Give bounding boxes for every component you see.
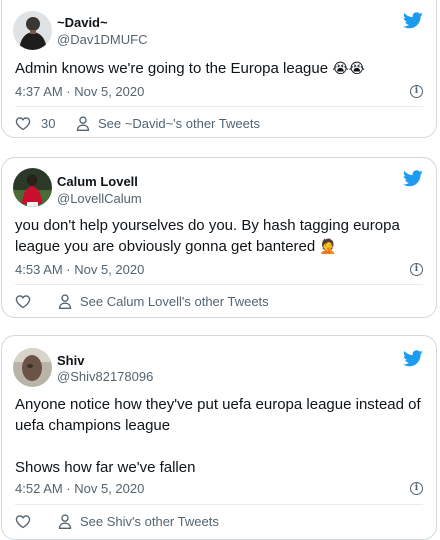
tweet-text-body: Admin knows we're going to the Europa le… <box>15 60 333 77</box>
person-icon <box>58 294 72 309</box>
person-icon <box>58 514 72 529</box>
other-tweets-label: See ~David~'s other Tweets <box>98 116 260 131</box>
timestamp[interactable]: 4:37 AM · Nov 5, 2020 <box>15 84 144 99</box>
tweet-actions: See Calum Lovell's other Tweets <box>15 294 423 314</box>
author-name[interactable]: ~David~ <box>57 15 108 30</box>
heart-icon <box>15 295 31 309</box>
tweet-card[interactable]: Shiv @Shiv82178096 Anyone notice how the… <box>1 335 437 540</box>
author-name[interactable]: Shiv <box>57 353 84 368</box>
tweet-actions: See Shiv's other Tweets <box>15 514 423 534</box>
emoji: 🤦 <box>319 239 337 255</box>
twitter-bird-icon[interactable] <box>403 170 423 187</box>
info-icon[interactable]: i <box>410 263 423 276</box>
twitter-bird-icon[interactable] <box>403 12 423 29</box>
tweet-text: you don't help yourselves do you. By has… <box>15 215 422 258</box>
emoji: 😭😭 <box>332 61 365 77</box>
like-button[interactable]: 30 <box>15 116 55 131</box>
like-count: 30 <box>41 116 56 131</box>
author-handle[interactable]: @Dav1DMUFC <box>57 32 147 47</box>
timestamp[interactable]: 4:52 AM · Nov 5, 2020 <box>15 481 144 496</box>
divider <box>15 106 423 107</box>
like-button[interactable] <box>15 294 39 309</box>
twitter-bird-icon[interactable] <box>403 350 423 367</box>
tweet-text: Anyone notice how they've put uefa europ… <box>15 396 421 476</box>
info-icon[interactable]: i <box>410 482 423 495</box>
other-tweets-label: See Calum Lovell's other Tweets <box>80 294 269 309</box>
other-tweets-label: See Shiv's other Tweets <box>80 514 219 529</box>
tweet-text: Admin knows we're going to the Europa le… <box>15 58 422 80</box>
divider <box>15 504 423 505</box>
other-tweets-link[interactable]: See ~David~'s other Tweets <box>76 116 260 131</box>
other-tweets-link[interactable]: See Calum Lovell's other Tweets <box>58 294 269 309</box>
like-button[interactable] <box>15 514 39 529</box>
author-handle[interactable]: @LovellCalum <box>57 191 142 206</box>
divider <box>15 284 423 285</box>
author-name[interactable]: Calum Lovell <box>57 174 138 189</box>
avatar[interactable] <box>13 348 52 387</box>
timestamp[interactable]: 4:53 AM · Nov 5, 2020 <box>15 262 144 277</box>
avatar[interactable] <box>13 168 52 207</box>
tweet-card[interactable]: ~David~ @Dav1DMUFC Admin knows we're goi… <box>1 0 437 138</box>
person-icon <box>76 116 90 131</box>
tweet-actions: 30 See ~David~'s other Tweets <box>15 116 423 136</box>
heart-icon <box>15 515 31 529</box>
author-handle[interactable]: @Shiv82178096 <box>57 369 153 384</box>
heart-icon <box>15 117 31 131</box>
avatar[interactable] <box>13 11 52 50</box>
info-icon[interactable]: i <box>410 85 423 98</box>
other-tweets-link[interactable]: See Shiv's other Tweets <box>58 514 219 529</box>
tweet-text-body: you don't help yourselves do you. By has… <box>15 217 404 255</box>
tweet-card[interactable]: Calum Lovell @LovellCalum you don't help… <box>1 157 437 318</box>
